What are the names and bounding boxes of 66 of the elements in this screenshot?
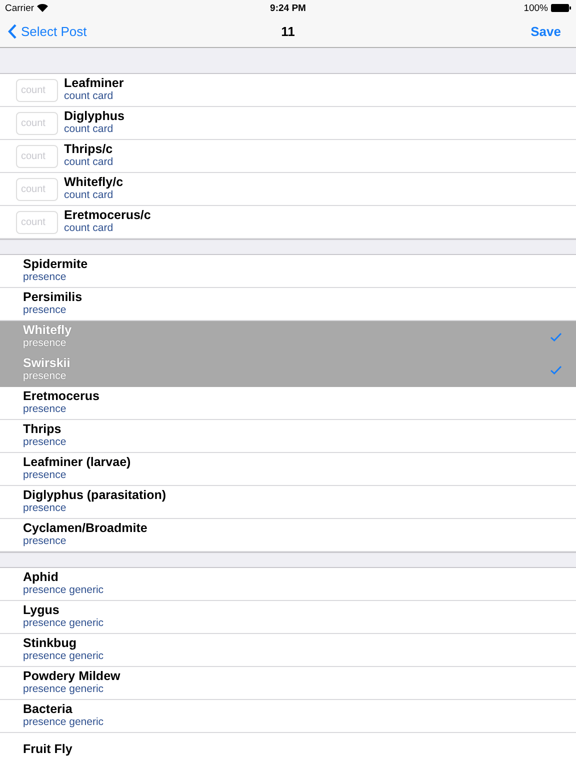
- back-button[interactable]: Select Post: [8, 24, 87, 39]
- row-title: Diglyphus: [64, 110, 124, 123]
- count-field[interactable]: count: [16, 144, 58, 168]
- row-subtitle: presence generic: [23, 683, 104, 696]
- row-title: Whitefly: [23, 324, 72, 337]
- row-subtitle: presence: [23, 304, 66, 317]
- row-subtitle: presence: [23, 370, 66, 383]
- row-subtitle: presence generic: [23, 617, 104, 630]
- count-field[interactable]: count: [16, 78, 58, 102]
- row-subtitle: count card: [64, 90, 114, 103]
- nav-title: 11: [281, 24, 295, 39]
- battery-label: 100%: [524, 2, 548, 14]
- wifi-icon: [37, 4, 48, 12]
- row-subtitle: presence: [23, 469, 66, 482]
- row-title: Cyclamen/Broadmite: [23, 522, 148, 535]
- row-title: Diglyphus (parasitation): [23, 489, 166, 502]
- clock: 9:24 PM: [270, 2, 306, 14]
- carrier-label: Carrier: [5, 2, 34, 14]
- row-subtitle: presence: [23, 502, 66, 515]
- row-subtitle: presence: [23, 403, 66, 416]
- row-subtitle: presence generic: [23, 584, 104, 597]
- row-title: Eretmocerus: [23, 390, 100, 403]
- row-title: Leafminer (larvae): [23, 456, 131, 469]
- count-field[interactable]: count: [16, 112, 58, 134]
- list-row[interactable]: Bacteria presence generic: [0, 700, 576, 733]
- row-subtitle: presence: [23, 271, 66, 284]
- row-title: Thrips/c: [64, 143, 113, 156]
- row-title: Bacteria: [23, 703, 72, 716]
- row-subtitle: count card: [64, 123, 114, 136]
- row-subtitle: presence generic: [23, 716, 104, 729]
- row-title: Thrips: [23, 423, 62, 436]
- row-title: Lygus: [23, 604, 60, 617]
- row-title: Leafminer: [64, 77, 124, 90]
- battery-icon: [551, 4, 571, 12]
- row-title: Swirskii: [23, 357, 70, 370]
- save-button[interactable]: Save: [530, 24, 568, 39]
- list-row[interactable]: Spidermite presence: [0, 255, 576, 288]
- row-title: Persimilis: [23, 291, 82, 304]
- row-subtitle: count card: [64, 189, 114, 202]
- checkmark-icon: [550, 365, 562, 375]
- row-title: Spidermite: [23, 258, 88, 271]
- row-subtitle: presence: [23, 535, 66, 548]
- list-row[interactable]: Diglyphus (parasitation) presence: [0, 486, 576, 519]
- list-row[interactable]: Eretmocerus presence: [0, 387, 576, 420]
- checkmark-icon: [550, 332, 562, 342]
- list-row[interactable]: Thrips presence: [0, 420, 576, 453]
- row-title: Whitefly/c: [64, 176, 124, 189]
- chevron-icon: [8, 24, 17, 39]
- list-row[interactable]: Fruit Fly: [0, 733, 576, 766]
- list-row[interactable]: Leafminer (larvae) presence: [0, 453, 576, 486]
- row-subtitle: presence generic: [23, 650, 104, 663]
- list-row[interactable]: Lygus presence generic: [0, 601, 576, 634]
- row-subtitle: presence: [23, 337, 66, 350]
- row-title: Fruit Fly: [23, 743, 72, 756]
- list-row[interactable]: Stinkbug presence generic: [0, 634, 576, 667]
- count-field[interactable]: count: [16, 210, 58, 234]
- count-field[interactable]: count: [16, 178, 58, 200]
- row-title: Aphid: [23, 571, 58, 584]
- row-subtitle: count card: [64, 222, 114, 235]
- row-title: Eretmocerus/c: [64, 209, 151, 222]
- row-title: Powdery Mildew: [23, 670, 120, 683]
- list-row[interactable]: Powdery Mildew presence generic: [0, 667, 576, 700]
- row-title: Stinkbug: [23, 637, 76, 650]
- list-row[interactable]: Aphid presence generic: [0, 568, 576, 601]
- row-subtitle: presence: [23, 436, 66, 449]
- row-subtitle: count card: [64, 156, 114, 169]
